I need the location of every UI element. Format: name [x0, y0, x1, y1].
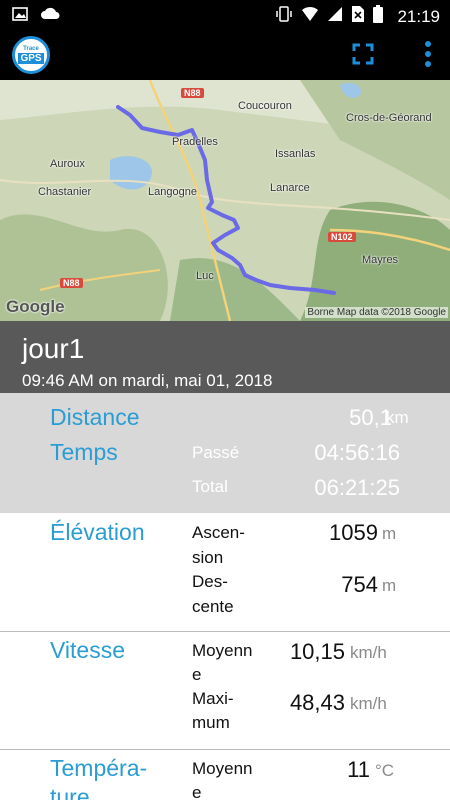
map-place: Langogne — [148, 186, 197, 198]
vitesse-label: Vitesse — [50, 637, 126, 663]
descente-value: 754 — [341, 572, 378, 597]
temperature-moyenne-value: 11 — [347, 757, 370, 782]
app-logo[interactable]: Trace GPS — [12, 36, 50, 74]
vitesse-moyenne-unit: km/h — [350, 643, 387, 662]
signal-icon — [327, 6, 343, 27]
distance-label: Distance — [50, 404, 140, 430]
ascension-label: Ascen- — [192, 523, 245, 542]
descente-unit: m — [382, 576, 397, 595]
road-label: N88 — [60, 278, 83, 288]
vitesse-moyenne-label-cont: e — [192, 665, 202, 684]
app-bar: Trace GPS — [0, 30, 450, 80]
temperature-label: Tempéra- — [50, 755, 148, 781]
map-place: Lanarce — [270, 182, 310, 194]
map-place: Auroux — [50, 158, 85, 170]
ascension-unit: m — [382, 524, 397, 543]
track-name: jour1 — [22, 333, 85, 364]
vitesse-maximum-label: Maxi- — [192, 689, 234, 708]
gallery-icon — [12, 6, 28, 27]
stats-summary: Distance 50,1 km Temps Passé 04:56:16 To… — [0, 393, 450, 513]
distance-unit: km — [386, 408, 409, 427]
temps-total-value: 06:21:25 — [314, 475, 400, 500]
vibrate-icon — [275, 5, 293, 28]
temps-passe-value: 04:56:16 — [314, 440, 400, 465]
cloud-icon — [40, 6, 60, 27]
temperature-moyenne-unit: °C — [375, 761, 395, 780]
temperature-moyenne-label-cont: e — [192, 783, 202, 800]
descente-label: Des- — [192, 572, 228, 591]
temperature-section: Tempéra- ture Moyenn e 11 °C — [0, 750, 450, 800]
road-label: N88 — [181, 88, 204, 98]
clock: 21:19 — [397, 6, 440, 26]
map-place: Issanlas — [275, 148, 316, 160]
map-view[interactable]: Coucouron Cros-de-Géorand Pradelles Issa… — [0, 80, 450, 321]
map-place: Luc — [196, 270, 214, 282]
track-date: 09:46 AM on mardi, mai 01, 2018 — [22, 371, 273, 390]
vitesse-maximum-value: 48,43 — [289, 690, 345, 715]
descente-label-cont: cente — [192, 597, 234, 616]
map-place: Mayres — [362, 254, 399, 266]
temps-passe-label: Passé — [192, 443, 240, 462]
vitesse-maximum-unit: km/h — [350, 694, 387, 713]
temperature-label-cont: ture — [50, 784, 90, 800]
elevation-label: Élévation — [50, 519, 145, 545]
more-options-icon[interactable] — [424, 40, 432, 73]
temps-total-label: Total — [192, 477, 228, 496]
no-sim-icon — [351, 5, 365, 28]
track-header: jour1 09:46 AM on mardi, mai 01, 2018 — [0, 321, 450, 393]
vitesse-maximum-label-cont: mum — [192, 713, 230, 732]
ascension-label-cont: sion — [192, 548, 224, 567]
temps-label: Temps — [50, 439, 118, 465]
vitesse-moyenne-value: 10,15 — [289, 639, 345, 664]
google-logo: Google — [6, 297, 65, 316]
map-place: Coucouron — [238, 100, 292, 112]
ascension-value: 1059 — [329, 520, 378, 545]
map-attribution[interactable]: Borne Map data ©2018 Google — [305, 307, 448, 318]
elevation-section: Élévation Ascen- sion 1059 m Des- cente … — [0, 513, 450, 631]
vitesse-moyenne-label: Moyenn — [192, 641, 253, 660]
road-label: N102 — [328, 232, 356, 242]
wifi-icon — [301, 6, 319, 27]
map-place: Pradelles — [172, 136, 218, 148]
battery-icon — [373, 5, 384, 28]
vitesse-section: Vitesse Moyenn e 10,15 km/h Maxi- mum 48… — [0, 632, 450, 749]
map-place: Chastanier — [38, 186, 92, 198]
map-place: Cros-de-Géorand — [346, 112, 432, 124]
temperature-moyenne-label: Moyenn — [192, 759, 253, 778]
status-bar: 21:19 — [0, 0, 450, 30]
fullscreen-icon[interactable] — [352, 43, 374, 70]
